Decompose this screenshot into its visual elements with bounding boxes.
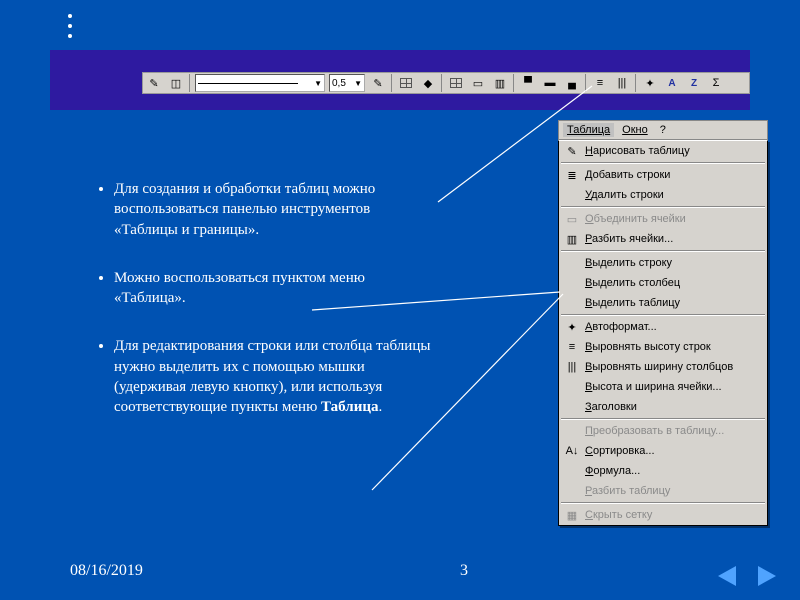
blank-icon (563, 399, 581, 415)
eraser-icon[interactable]: ◫ (166, 73, 186, 93)
borders-icon[interactable] (396, 73, 416, 93)
sort-icon: A↓ (563, 443, 581, 459)
menu-item-label: Удалить строки (585, 189, 664, 201)
align-bot-icon[interactable]: ▄ (562, 73, 582, 93)
dist-rows-icon[interactable]: ≡ (590, 73, 610, 93)
menubar-active[interactable]: Таблица (563, 123, 614, 137)
menu-item-label: Преобразовать в таблицу... (585, 425, 724, 437)
autoformat-icon: ✦ (563, 319, 581, 335)
sort-desc-icon[interactable]: Z (684, 73, 704, 93)
menu-item[interactable]: Удалить строки (559, 185, 767, 205)
blank-icon (563, 255, 581, 271)
menu-item-label: Разбить таблицу (585, 485, 670, 497)
sort-asc-icon[interactable]: A (662, 73, 682, 93)
tables-borders-toolbar: ✎ ◫ ▼ 0,5 ▼ ✎ ◆ ▭ ▥ ▀ ▬ ▄ ≡ ||| ✦ A Z Σ (142, 72, 750, 94)
blank-icon (563, 187, 581, 203)
nav-arrows (718, 566, 776, 586)
line-style-combo[interactable]: ▼ (195, 74, 325, 92)
menu-item-label: Выровнять ширину столбцов (585, 361, 733, 373)
insert-rows-icon: ≣ (563, 167, 581, 183)
draw-table-icon[interactable]: ✎ (144, 73, 164, 93)
menu-item[interactable]: ≣ Добавить строки (559, 165, 767, 185)
merge-icon: ▭ (563, 211, 581, 227)
menu-item-label: Сортировка... (585, 445, 655, 457)
blank-icon (563, 463, 581, 479)
blank-icon (563, 295, 581, 311)
title-band: ✎ ◫ ▼ 0,5 ▼ ✎ ◆ ▭ ▥ ▀ ▬ ▄ ≡ ||| ✦ A Z Σ (50, 50, 750, 110)
menu-item: ▭ Объединить ячейки (559, 209, 767, 229)
footer-date: 08/16/2019 (70, 562, 143, 580)
bullet-1: Для создания и обработки таблиц можно во… (114, 179, 434, 240)
menu-item[interactable]: A↓ Сортировка... (559, 441, 767, 461)
blank-icon (563, 275, 581, 291)
dist-cols-icon[interactable]: ||| (612, 73, 632, 93)
menu-item-label: Выделить строку (585, 257, 672, 269)
split-icon: ▥ (563, 231, 581, 247)
footer-page: 3 (460, 562, 468, 580)
menu-item-label: Выделить таблицу (585, 297, 680, 309)
menu-item[interactable]: ≡ Выровнять высоту строк (559, 337, 767, 357)
menu-item[interactable]: Заголовки (559, 397, 767, 417)
menu-item-label: Высота и ширина ячейки... (585, 381, 722, 393)
dist-rows-icon: ≡ (563, 339, 581, 355)
bullet-2: Можно воспользоваться пунктом меню «Табл… (114, 268, 434, 309)
pencil-icon: ✎ (563, 143, 581, 159)
menu-item-label: Выделить столбец (585, 277, 680, 289)
menu-item-label: Автоформат... (585, 321, 657, 333)
menu-item: Преобразовать в таблицу... (559, 421, 767, 441)
menu-item-label: Формула... (585, 465, 640, 477)
menubar-item[interactable]: ? (656, 123, 670, 137)
autosum-icon[interactable]: Σ (706, 73, 726, 93)
menu-item[interactable]: Выделить столбец (559, 273, 767, 293)
menu-item[interactable]: ✎ Нарисовать таблицу (559, 141, 767, 161)
dist-cols-icon: ||| (563, 359, 581, 375)
split-cells-icon[interactable]: ▥ (490, 73, 510, 93)
pen-color-icon[interactable]: ✎ (368, 73, 388, 93)
menu-item-label: Объединить ячейки (585, 213, 686, 225)
blank-icon (563, 483, 581, 499)
menu-item-label: Скрыть сетку (585, 509, 652, 521)
menu-item[interactable]: Выделить таблицу (559, 293, 767, 313)
menubar: Таблица Окно ? (558, 120, 768, 140)
line-width-combo[interactable]: 0,5 ▼ (329, 74, 365, 92)
menu-item-label: Нарисовать таблицу (585, 145, 690, 157)
align-mid-icon[interactable]: ▬ (540, 73, 560, 93)
menu-item-label: Разбить ячейки... (585, 233, 673, 245)
line-width-value: 0,5 (332, 78, 346, 89)
bullet-list: Для создания и обработки таблиц можно во… (74, 179, 434, 445)
menu-item-label: Заголовки (585, 401, 637, 413)
prev-slide-icon[interactable] (718, 566, 736, 586)
menu-item: ▦ Скрыть сетку (559, 505, 767, 525)
menubar-item[interactable]: Окно (618, 123, 652, 137)
bullet-3: Для редактирования строки или столбца та… (114, 336, 434, 417)
table-menu: ✎ Нарисовать таблицу ≣ Добавить строки Удали… (558, 140, 768, 526)
menu-item[interactable]: ✦ Автоформат... (559, 317, 767, 337)
menu-item[interactable]: ||| Выровнять ширину столбцов (559, 357, 767, 377)
blank-icon (563, 423, 581, 439)
blank-icon (563, 379, 581, 395)
menu-item-label: Добавить строки (585, 169, 670, 181)
menu-item[interactable]: Высота и ширина ячейки... (559, 377, 767, 397)
align-top-icon[interactable]: ▀ (518, 73, 538, 93)
merge-cells-icon[interactable]: ▭ (468, 73, 488, 93)
grid-icon: ▦ (563, 507, 581, 523)
insert-table-icon[interactable] (446, 73, 466, 93)
fill-color-icon[interactable]: ◆ (418, 73, 438, 93)
autoformat-icon[interactable]: ✦ (640, 73, 660, 93)
next-slide-icon[interactable] (758, 566, 776, 586)
menu-item[interactable]: Выделить строку (559, 253, 767, 273)
menu-item[interactable]: Формула... (559, 461, 767, 481)
menu-item[interactable]: ▥ Разбить ячейки... (559, 229, 767, 249)
menu-item-label: Выровнять высоту строк (585, 341, 711, 353)
decorative-dots (68, 8, 72, 44)
menu-item: Разбить таблицу (559, 481, 767, 501)
